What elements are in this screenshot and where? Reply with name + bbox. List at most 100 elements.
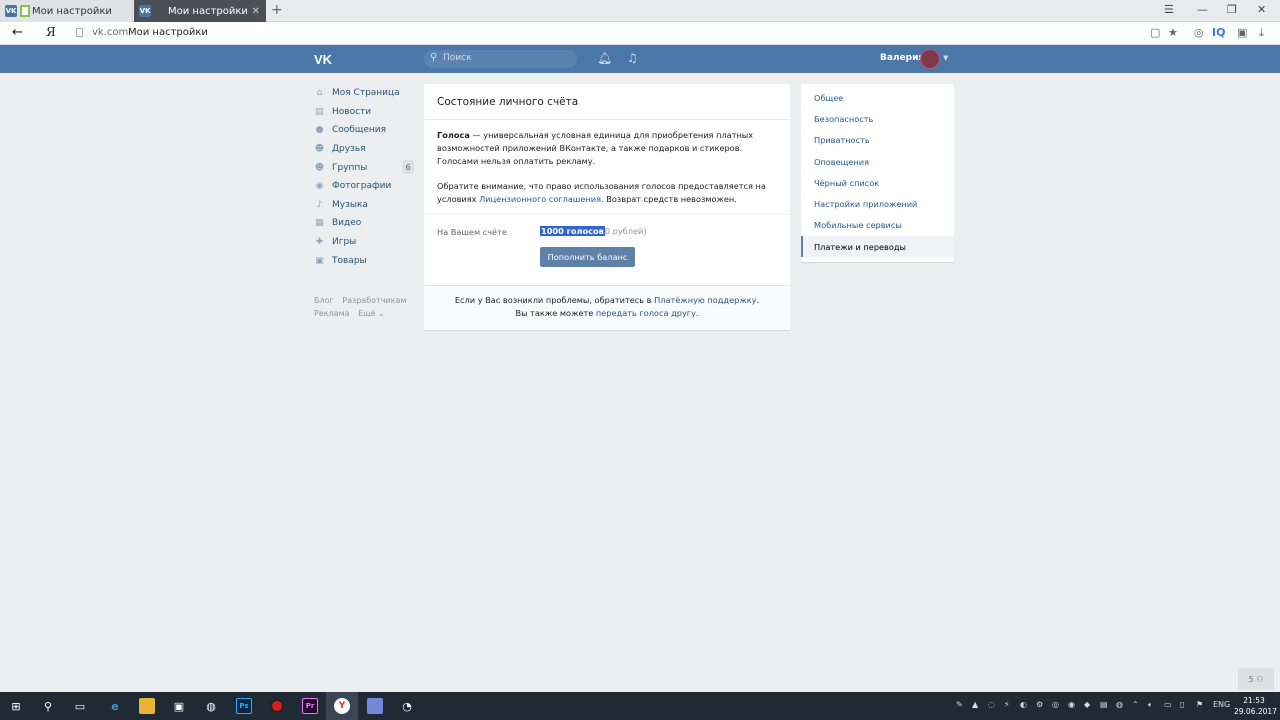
settings-item-blacklist[interactable]: Чёрный список bbox=[801, 172, 954, 193]
edge-icon[interactable]: e bbox=[99, 692, 131, 720]
address-bar: ← Я vk.com Мои настройки ▢ ★ ◎ IQ ▣ ⤓ bbox=[0, 22, 1280, 45]
extension-icon[interactable]: ◎ bbox=[1194, 26, 1204, 39]
settings-item-privacy[interactable]: Приватность bbox=[801, 130, 954, 151]
search-icon[interactable]: ⚲ bbox=[32, 692, 64, 720]
tray-app-icon[interactable]: ◐ bbox=[1020, 700, 1027, 709]
sidebar-item-music[interactable]: ♪ Музыка bbox=[314, 196, 414, 215]
vk-favicon: VK bbox=[139, 5, 151, 17]
file-explorer-icon[interactable] bbox=[131, 692, 163, 720]
license-agreement-link[interactable]: Лицензионного соглашения bbox=[479, 194, 601, 204]
new-tab-button[interactable]: + bbox=[271, 2, 283, 18]
download-icon[interactable]: ⤓ bbox=[1259, 26, 1264, 40]
footer-link-ads[interactable]: Реклама bbox=[314, 309, 350, 318]
iq-extension-icon[interactable]: IQ bbox=[1212, 26, 1225, 39]
close-window-icon[interactable]: ✕ bbox=[1257, 3, 1266, 16]
browser-tab-strip: VK Мои настройки VK Мои настройки ✕ + ☰ … bbox=[0, 0, 1280, 22]
close-tab-icon[interactable]: ✕ bbox=[252, 6, 260, 17]
network-icon[interactable]: ▭ bbox=[1164, 700, 1172, 709]
chrome-icon[interactable]: ◔ bbox=[391, 692, 423, 720]
footer-link-blog[interactable]: Блог bbox=[314, 296, 334, 305]
bell-icon[interactable]: 🔔︎ bbox=[597, 51, 612, 65]
balance-rubles: 0 рублей) bbox=[604, 226, 647, 236]
payment-support-link[interactable]: Платёжную поддержку bbox=[654, 295, 756, 305]
sidebar-item-photos[interactable]: ◉ Фотографии bbox=[314, 177, 414, 196]
windows-start-icon[interactable]: ⊞ bbox=[0, 692, 32, 720]
obs-icon[interactable] bbox=[261, 692, 293, 720]
battery-icon[interactable]: ▯ bbox=[1180, 700, 1184, 709]
url-title[interactable]: Мои настройки bbox=[128, 27, 208, 38]
steam-tray-icon[interactable]: ◍ bbox=[1116, 700, 1123, 709]
settings-item-notifications[interactable]: Оповещения bbox=[801, 151, 954, 172]
search-input[interactable]: ⚲ Поиск bbox=[424, 50, 577, 68]
yandex-browser-icon[interactable]: Y bbox=[326, 692, 358, 720]
chevron-up-icon[interactable]: ⌃ bbox=[1132, 700, 1139, 709]
votes-description: Голоса — универсальная условная единица … bbox=[437, 130, 754, 166]
settings-item-app-settings[interactable]: Настройки приложений bbox=[801, 193, 954, 214]
browser-tab-1[interactable]: VK Мои настройки bbox=[0, 0, 133, 22]
clock-time: 21:53 bbox=[1243, 696, 1265, 705]
tab-title: Мои настройки bbox=[168, 5, 248, 17]
sidebar-item-messages[interactable]: ● Сообщения bbox=[314, 121, 414, 140]
camera-icon: ◉ bbox=[315, 181, 324, 192]
screenshot-icon[interactable]: ▣ bbox=[1237, 26, 1247, 39]
tray-app-icon[interactable]: ▲ bbox=[972, 700, 978, 709]
discord-icon[interactable] bbox=[359, 692, 391, 720]
divider bbox=[424, 214, 790, 215]
photoshop-icon[interactable]: Ps bbox=[228, 692, 260, 720]
sidebar-item-market[interactable]: ▣ Товары bbox=[314, 251, 414, 270]
tray-app-icon[interactable]: ⚡ bbox=[1004, 700, 1010, 709]
vk-header: VK ⚲ Поиск 🔔︎ ♫ Валерия ▼ bbox=[0, 45, 1280, 73]
minimize-icon[interactable]: — bbox=[1197, 3, 1208, 16]
nvidia-icon[interactable]: ◆ bbox=[1084, 700, 1090, 709]
store-icon[interactable]: ▣ bbox=[163, 692, 195, 720]
user-name[interactable]: Валерия bbox=[880, 53, 924, 63]
sidebar-item-video[interactable]: ▦ Видео bbox=[314, 214, 414, 233]
premiere-icon[interactable]: Pr bbox=[294, 692, 326, 720]
flag-icon[interactable]: ⚑ bbox=[1196, 700, 1203, 709]
balance-label: На Вашем счёте bbox=[437, 227, 507, 237]
topup-balance-button[interactable]: Пополнить баланс bbox=[540, 247, 635, 267]
sidebar-item-news[interactable]: ▤ Новости bbox=[314, 103, 414, 122]
tray-app-icon[interactable]: ◉ bbox=[1068, 700, 1075, 709]
avatar[interactable] bbox=[920, 49, 940, 69]
steam-icon[interactable]: ◍ bbox=[195, 692, 227, 720]
votes-term: Голоса bbox=[437, 130, 470, 140]
url-host[interactable]: vk.com bbox=[92, 27, 128, 38]
vk-logo-icon[interactable]: VK bbox=[314, 52, 338, 67]
divider bbox=[424, 119, 790, 120]
yandex-logo-icon[interactable]: Я bbox=[46, 25, 56, 39]
volume-icon[interactable]: 🔈︎ bbox=[1148, 700, 1153, 710]
settings-item-general[interactable]: Общее bbox=[801, 87, 954, 108]
settings-item-mobile[interactable]: Мобильные сервисы bbox=[801, 215, 954, 236]
settings-item-payments[interactable]: Платежи и переводы bbox=[801, 236, 954, 258]
browser-tab-2[interactable]: VK Мои настройки ✕ bbox=[134, 0, 266, 22]
card-footer: Если у Вас возникли проблемы, обратитесь… bbox=[424, 285, 790, 330]
chevron-down-icon[interactable]: ▼ bbox=[943, 54, 948, 62]
pen-icon[interactable]: ✎ bbox=[956, 700, 963, 709]
scroll-top-button[interactable]: 5 ⚇ bbox=[1238, 668, 1274, 690]
sidebar-item-games[interactable]: ✚ Игры bbox=[314, 233, 414, 252]
footer-link-developers[interactable]: Разработчикам bbox=[342, 296, 406, 305]
sidebar-item-my-page[interactable]: ⌂ Моя Страница bbox=[314, 84, 414, 103]
language-indicator[interactable]: ENG bbox=[1213, 700, 1230, 709]
reader-icon[interactable]: ▢ bbox=[1150, 26, 1160, 39]
clock[interactable]: 21:53 29.06.2017 bbox=[1234, 695, 1277, 717]
settings-item-security[interactable]: Безопасность bbox=[801, 108, 954, 129]
music-note-icon[interactable]: ♫ bbox=[627, 51, 638, 65]
favorite-star-icon[interactable]: ★ bbox=[1168, 26, 1178, 39]
tray-app-icon[interactable]: ◌ bbox=[988, 700, 995, 709]
messages-icon: ● bbox=[315, 125, 324, 136]
tray-app-icon[interactable]: ⚙ bbox=[1036, 700, 1043, 709]
task-view-icon[interactable]: ▭ bbox=[64, 692, 96, 720]
music-icon: ♪ bbox=[316, 199, 323, 210]
sidebar-item-groups[interactable]: ☻ Группы 6 bbox=[314, 158, 414, 177]
transfer-votes-link[interactable]: передать голоса другу bbox=[596, 308, 696, 318]
sidebar-item-friends[interactable]: ☻ Друзья bbox=[314, 140, 414, 159]
tray-app-icon[interactable]: ▤ bbox=[1100, 700, 1108, 709]
games-icon: ✚ bbox=[315, 237, 324, 248]
footer-link-more[interactable]: Ещё ⌄ bbox=[358, 309, 385, 318]
tray-app-icon[interactable]: ◎ bbox=[1052, 700, 1059, 709]
restore-icon[interactable]: ❐ bbox=[1227, 3, 1237, 16]
back-button[interactable]: ← bbox=[12, 25, 23, 40]
menu-icon[interactable]: ☰ bbox=[1164, 3, 1174, 16]
